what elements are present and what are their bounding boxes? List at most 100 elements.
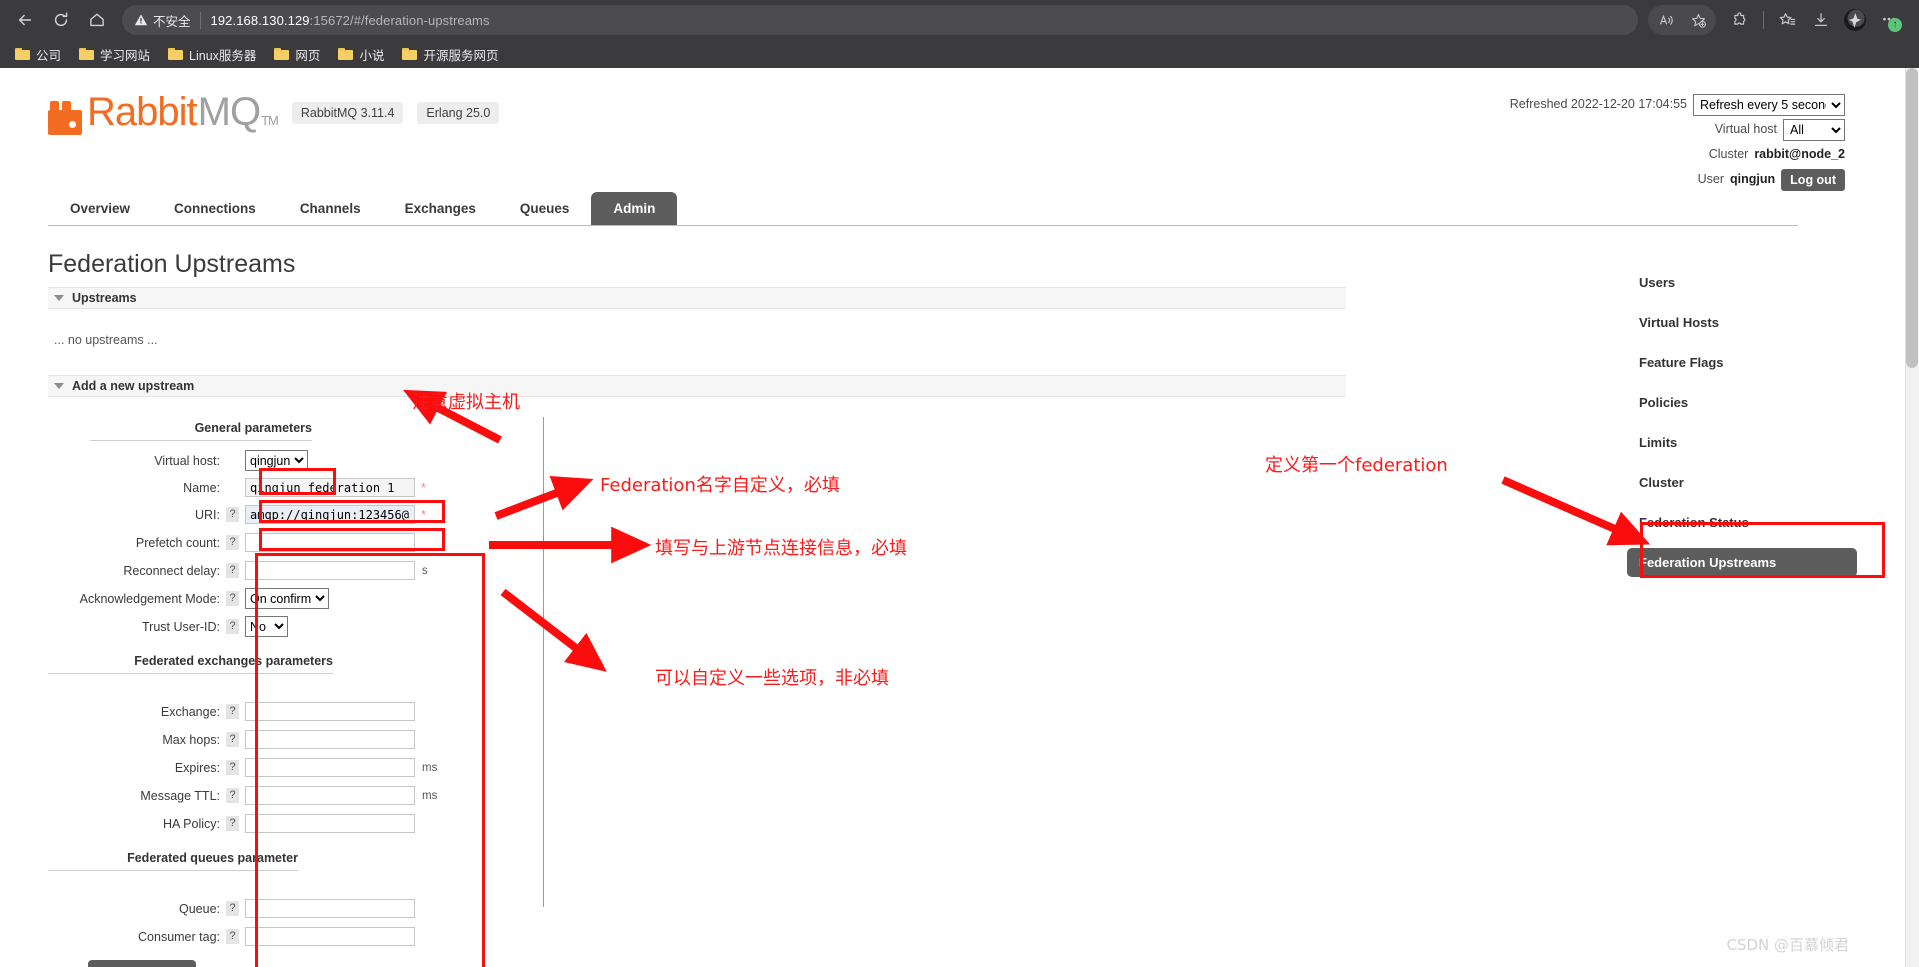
tab-connections[interactable]: Connections xyxy=(152,192,278,225)
extensions-icon[interactable] xyxy=(1724,5,1756,35)
virtual-host-field[interactable]: qingjun/ xyxy=(245,450,308,471)
page-scrollbar-track[interactable] xyxy=(1905,68,1919,967)
tab-exchanges[interactable]: Exchanges xyxy=(383,192,498,225)
bookmark-label: 小说 xyxy=(359,48,385,63)
sidebar-item-federation-upstreams[interactable]: Federation Upstreams xyxy=(1627,548,1857,577)
field-row-trust-user-id: Trust User-ID: ? NoYes xyxy=(48,615,1905,638)
bookmark-label: 网页 xyxy=(295,48,321,63)
ha-policy-help-icon[interactable]: ? xyxy=(226,816,239,831)
name-field[interactable] xyxy=(245,478,415,497)
field-row-message-ttl: Message TTL: ? ms xyxy=(48,784,1905,807)
add-favorite-icon[interactable] xyxy=(1682,5,1714,35)
rabbitmq-version-badge: RabbitMQ 3.11.4 xyxy=(291,101,404,124)
watermark: CSDN @百慕倾君 xyxy=(1726,936,1849,954)
uri-help-icon[interactable]: ? xyxy=(226,507,239,522)
trust-user-id-help-icon[interactable]: ? xyxy=(226,619,239,634)
upstreams-section-header[interactable]: Upstreams xyxy=(48,287,1346,309)
virtual-host-select[interactable]: All/qingjun xyxy=(1783,118,1845,141)
add-upstream-button[interactable]: Add upstream xyxy=(88,960,197,967)
expires-field[interactable] xyxy=(245,758,415,777)
security-status[interactable]: 不安全 xyxy=(134,11,200,30)
refresh-row: Refreshed 2022-12-20 17:04:55 Refresh ev… xyxy=(1510,92,1845,117)
bookmark-item[interactable]: 网页 xyxy=(267,42,327,67)
message-ttl-field[interactable] xyxy=(245,786,415,805)
folder-icon xyxy=(338,48,354,60)
tab-channels[interactable]: Channels xyxy=(278,192,383,225)
uri-label: URI: xyxy=(195,507,220,522)
exchange-help-icon[interactable]: ? xyxy=(226,704,239,719)
max-hops-help-icon[interactable]: ? xyxy=(226,732,239,747)
folder-icon xyxy=(15,48,30,60)
bookmark-label: 学习网站 xyxy=(100,48,151,63)
bookmark-label: 公司 xyxy=(36,48,62,63)
page-scrollbar-thumb[interactable] xyxy=(1906,68,1918,368)
page-viewport: Rabbit MQ TM RabbitMQ 3.11.4 Erlang 25.0… xyxy=(0,68,1919,967)
warning-triangle-icon xyxy=(134,14,148,26)
add-upstream-section-header[interactable]: Add a new upstream xyxy=(48,375,1346,397)
field-row-expires: Expires: ? ms xyxy=(48,756,1905,779)
sidebar-item-federation-status[interactable]: Federation Status xyxy=(1627,508,1857,537)
prefetch-count-field[interactable] xyxy=(245,533,415,552)
downloads-icon[interactable] xyxy=(1805,5,1837,35)
tab-admin[interactable]: Admin xyxy=(591,192,678,225)
queue-label: Queue: xyxy=(178,901,220,916)
message-ttl-help-icon[interactable]: ? xyxy=(226,788,239,803)
queue-field[interactable] xyxy=(245,899,415,918)
exchange-label: Exchange: xyxy=(160,704,220,719)
favorites-list-icon[interactable] xyxy=(1771,5,1803,35)
queue-help-icon[interactable]: ? xyxy=(226,901,239,916)
address-bar[interactable]: 不安全 192.168.130.129:15672/#/federation-u… xyxy=(122,5,1638,35)
bookmark-item[interactable]: 小说 xyxy=(331,42,391,67)
bookmark-item[interactable]: Linux服务器 xyxy=(161,42,263,67)
ha-policy-label: HA Policy: xyxy=(163,816,220,831)
required-marker: * xyxy=(421,480,427,495)
sidebar-item-virtual-hosts[interactable]: Virtual Hosts xyxy=(1627,308,1857,337)
sidebar-item-limits[interactable]: Limits xyxy=(1627,428,1857,457)
home-icon[interactable] xyxy=(80,5,114,35)
rabbitmq-logo[interactable]: Rabbit MQ TM xyxy=(48,90,279,135)
ack-mode-field[interactable]: On confirmOn publishNo ack xyxy=(245,588,329,609)
erlang-version-badge: Erlang 25.0 xyxy=(417,101,500,124)
avatar[interactable] xyxy=(1839,5,1871,35)
trust-user-id-field[interactable]: NoYes xyxy=(245,616,288,637)
ha-policy-field[interactable] xyxy=(245,814,415,833)
exchange-field[interactable] xyxy=(245,702,415,721)
consumer-tag-help-icon[interactable]: ? xyxy=(226,929,239,944)
url-host: 192.168.130.129 xyxy=(210,12,310,28)
tab-overview[interactable]: Overview xyxy=(48,192,152,225)
read-aloud-icon[interactable] xyxy=(1650,5,1682,35)
sidebar-item-feature-flags[interactable]: Feature Flags xyxy=(1627,348,1857,377)
reconnect-delay-field[interactable] xyxy=(245,561,415,580)
expires-help-icon[interactable]: ? xyxy=(226,760,239,775)
max-hops-label: Max hops: xyxy=(162,732,220,747)
settings-more-icon[interactable]: ↑ xyxy=(1873,5,1905,35)
security-label: 不安全 xyxy=(153,14,191,29)
url-text: 192.168.130.129:15672/#/federation-upstr… xyxy=(211,13,490,28)
consumer-tag-field[interactable] xyxy=(245,927,415,946)
url-path: :15672/#/federation-upstreams xyxy=(309,12,490,28)
user-row: User qingjun Log out xyxy=(1510,167,1845,192)
vhost-label: Virtual host xyxy=(1714,122,1777,136)
sidebar-item-policies[interactable]: Policies xyxy=(1627,388,1857,417)
sidebar-item-cluster[interactable]: Cluster xyxy=(1627,468,1857,497)
ack-mode-help-icon[interactable]: ? xyxy=(226,591,239,606)
reload-icon[interactable] xyxy=(44,5,78,35)
reconnect-delay-help-icon[interactable]: ? xyxy=(226,563,239,578)
max-hops-field[interactable] xyxy=(245,730,415,749)
refresh-interval-select[interactable]: Refresh every 5 secondsRefresh every 10 … xyxy=(1693,93,1845,116)
prefetch-count-help-icon[interactable]: ? xyxy=(226,535,239,550)
message-ttl-unit: ms xyxy=(422,789,438,802)
form-vertical-divider xyxy=(543,417,544,907)
back-arrow-icon[interactable] xyxy=(8,5,42,35)
sidebar-item-users[interactable]: Users xyxy=(1627,268,1857,297)
logout-button[interactable]: Log out xyxy=(1781,168,1845,191)
uri-field[interactable] xyxy=(245,505,415,524)
logo-rabbit-text: Rabbit xyxy=(87,90,198,134)
bookmark-item[interactable]: 学习网站 xyxy=(72,42,157,67)
general-parameters-heading: General parameters xyxy=(90,417,312,441)
tab-queues[interactable]: Queues xyxy=(498,192,592,225)
bookmark-item[interactable]: 开源服务网页 xyxy=(395,42,505,67)
field-row-consumer-tag: Consumer tag: ? xyxy=(48,925,1905,948)
ack-mode-label: Acknowledgement Mode: xyxy=(79,591,220,606)
bookmark-item[interactable]: 公司 xyxy=(8,42,68,67)
